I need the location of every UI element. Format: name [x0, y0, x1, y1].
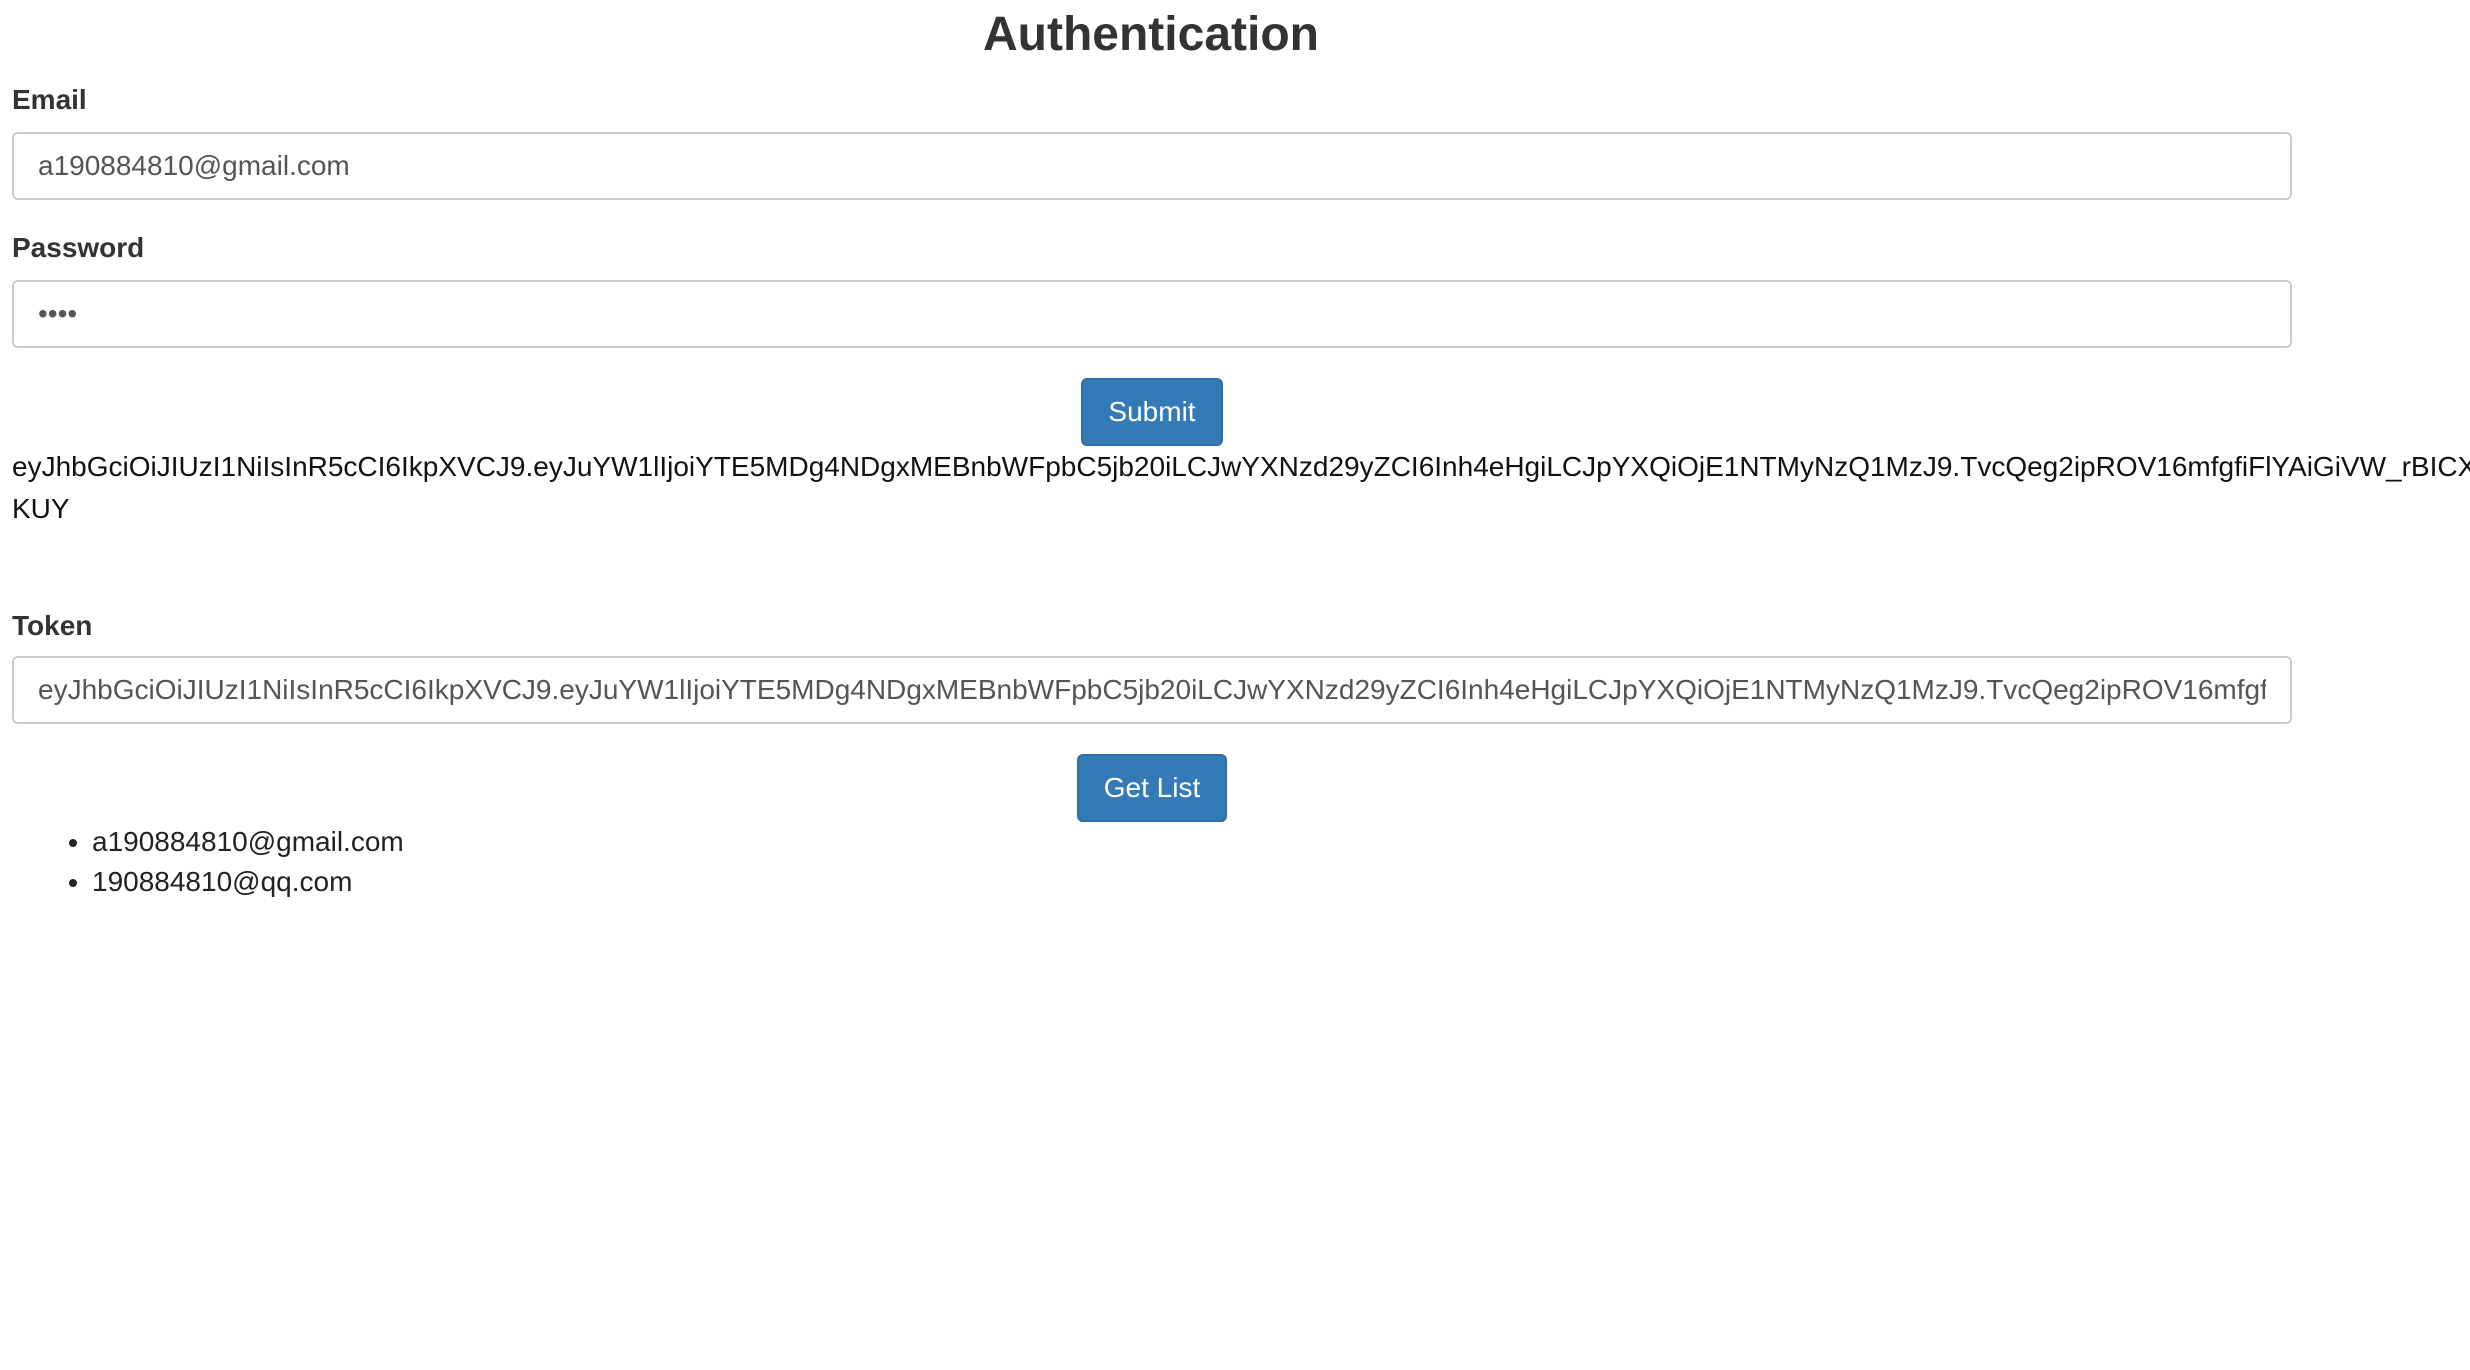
token-output: eyJhbGciOiJIUzI1NiIsInR5cCI6IkpXVCJ9.eyJ…: [12, 446, 2470, 530]
email-list: a190884810@gmail.com 190884810@qq.com: [12, 822, 404, 902]
page-title: Authentication: [983, 8, 1319, 61]
password-field[interactable]: [12, 280, 2292, 348]
submit-button[interactable]: Submit: [1081, 378, 1223, 446]
token-label: Token: [12, 610, 93, 641]
email-label: Email: [12, 84, 87, 115]
token-output-line-2: KUY: [12, 493, 70, 524]
list-item: 190884810@qq.com: [92, 862, 404, 902]
auth-page: Authentication Email Password Submit eyJ…: [0, 0, 2470, 1370]
password-label: Password: [12, 232, 145, 263]
list-item: a190884810@gmail.com: [92, 822, 404, 862]
token-field[interactable]: [12, 656, 2292, 724]
token-output-line-1: eyJhbGciOiJIUzI1NiIsInR5cCI6IkpXVCJ9.eyJ…: [12, 451, 2470, 482]
get-list-button[interactable]: Get List: [1077, 754, 1227, 822]
email-field[interactable]: [12, 132, 2292, 200]
